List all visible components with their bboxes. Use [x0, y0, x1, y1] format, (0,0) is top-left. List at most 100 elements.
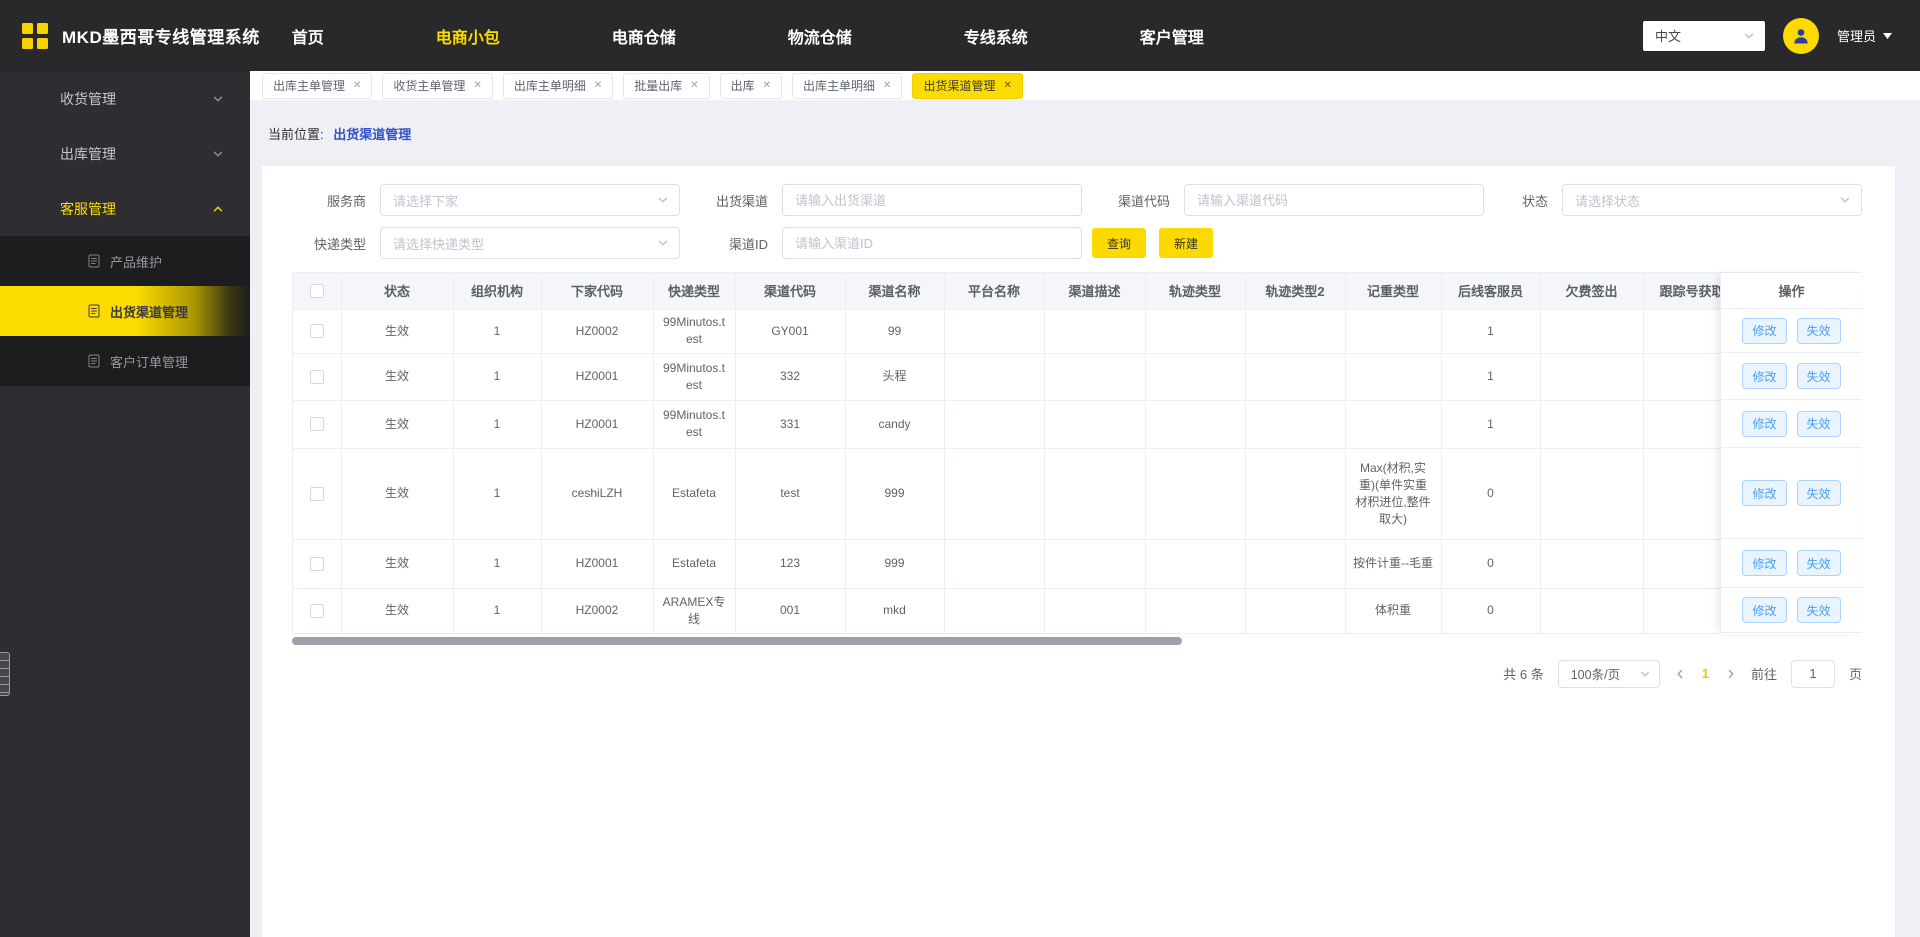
nav-item-电商小包[interactable]: 电商小包: [436, 24, 500, 48]
edit-button[interactable]: 修改: [1742, 410, 1787, 437]
column-header-欠费签出: 欠费签出: [1540, 273, 1644, 310]
next-page-button[interactable]: [1725, 668, 1737, 680]
invalidate-button[interactable]: 失效: [1796, 597, 1841, 623]
cell-后线客服员: 0: [1441, 448, 1541, 540]
table-scroll-area[interactable]: 状态 组织机构 下家代码 快递类型 渠道代码 渠道名称 平台名称 渠道描述 轨迹类型 轨迹类型2 记…: [292, 273, 1720, 634]
select-all-checkbox[interactable]: [309, 283, 324, 298]
nav-item-专线系统[interactable]: 专线系统: [964, 24, 1028, 48]
horizontal-scrollbar[interactable]: [292, 636, 1862, 645]
invalidate-button[interactable]: 失效: [1796, 317, 1841, 344]
cell-跟踪号获取: [1643, 400, 1720, 449]
cell-渠道描述: [1044, 400, 1146, 449]
search-button[interactable]: 查询: [1092, 228, 1147, 258]
row-checkbox[interactable]: [309, 417, 324, 431]
filter-field-服务商: 服务商 请选择下家: [292, 184, 680, 216]
goto-page-input[interactable]: [1790, 659, 1835, 688]
close-tab-icon[interactable]: ✕: [883, 80, 891, 91]
edit-button[interactable]: 修改: [1742, 597, 1787, 623]
sidebar-group-出库管理[interactable]: 出库管理: [0, 126, 250, 181]
document-icon: [88, 354, 100, 368]
cell-快递类型: 99Minutos.test: [653, 353, 736, 401]
row-checkbox[interactable]: [309, 486, 324, 501]
tab-批量出库[interactable]: 批量出库 ✕: [623, 72, 710, 99]
table-row: 生效 1 ceshiLZH Estafeta test 999 Max(材积,实重)(单件实…: [293, 448, 1720, 540]
row-checkbox[interactable]: [309, 324, 324, 338]
sidebar-item-客户订单管理[interactable]: 客户订单管理: [0, 336, 250, 386]
cell-渠道代码: GY001: [735, 309, 846, 354]
cell-轨迹类型: [1145, 353, 1246, 401]
cell-快递类型: ARAMEX专线: [653, 588, 736, 634]
tab-出库主单明细[interactable]: 出库主单明细 ✕: [792, 72, 903, 99]
nav-item-首页[interactable]: 首页: [292, 24, 324, 48]
main-nav: 首页 电商小包 电商仓储 物流仓储 专线系统 客户管理: [292, 24, 1204, 48]
language-select[interactable]: 中文: [1642, 20, 1765, 51]
breadcrumb-current-link[interactable]: 出货渠道管理: [333, 127, 411, 142]
invalidate-button[interactable]: 失效: [1796, 410, 1841, 437]
filter-label: 快递类型: [313, 236, 366, 252]
user-avatar[interactable]: [1782, 17, 1819, 54]
row-checkbox[interactable]: [309, 556, 324, 571]
select-placeholder: 请选择快递类型: [393, 236, 485, 252]
invalidate-button[interactable]: 失效: [1796, 550, 1841, 576]
invalidate-button[interactable]: 失效: [1796, 363, 1841, 389]
tab-出库[interactable]: 出库 ✕: [719, 72, 783, 99]
filter-select-服务商[interactable]: 请选择下家: [380, 184, 680, 216]
close-tab-icon[interactable]: ✕: [1003, 80, 1011, 91]
action-row: 修改 失效: [1721, 353, 1862, 400]
user-menu[interactable]: 管理员: [1837, 26, 1892, 45]
cell-渠道代码: 123: [735, 539, 846, 589]
edit-button[interactable]: 修改: [1742, 363, 1787, 389]
cell-下家代码: HZ0001: [541, 400, 654, 449]
create-button[interactable]: 新建: [1159, 228, 1214, 258]
invalidate-button[interactable]: 失效: [1796, 480, 1841, 506]
edit-button[interactable]: 修改: [1742, 480, 1787, 506]
action-row: 修改 失效: [1721, 309, 1862, 353]
cell-渠道描述: [1044, 588, 1146, 634]
close-tab-icon[interactable]: ✕: [690, 80, 698, 91]
cell-状态: 生效: [341, 309, 454, 354]
tab-出货渠道管理[interactable]: 出货渠道管理 ✕: [912, 72, 1023, 99]
page-size-select[interactable]: 100条/页: [1557, 659, 1660, 688]
current-page[interactable]: 1: [1700, 666, 1711, 681]
cell-状态: 生效: [341, 588, 454, 634]
nav-item-电商仓储[interactable]: 电商仓储: [612, 24, 676, 48]
left-edge-handle[interactable]: [0, 652, 10, 696]
column-header-轨迹类型: 轨迹类型: [1145, 273, 1246, 310]
tab-出库主单管理[interactable]: 出库主单管理 ✕: [262, 72, 373, 99]
filter-input-渠道ID[interactable]: [782, 227, 1082, 259]
cell-渠道代码: 331: [735, 400, 846, 449]
cell-后线客服员: 1: [1441, 353, 1541, 401]
tab-出库主单明细[interactable]: 出库主单明细 ✕: [502, 72, 614, 99]
close-tab-icon[interactable]: ✕: [594, 80, 602, 91]
edit-button[interactable]: 修改: [1742, 550, 1787, 576]
chevron-down-icon: [1839, 194, 1851, 206]
sidebar-group-收货管理[interactable]: 收货管理: [0, 71, 250, 126]
nav-item-客户管理[interactable]: 客户管理: [1140, 24, 1204, 48]
filter-input-出货渠道[interactable]: [782, 184, 1082, 216]
cell-下家代码: HZ0001: [541, 353, 654, 401]
close-tab-icon[interactable]: ✕: [353, 80, 361, 91]
prev-page-button[interactable]: [1674, 668, 1686, 680]
row-checkbox[interactable]: [309, 603, 324, 618]
edit-button[interactable]: 修改: [1742, 317, 1787, 344]
sidebar-item-产品维护[interactable]: 产品维护: [0, 236, 250, 286]
row-checkbox[interactable]: [309, 369, 324, 384]
cell-checkbox: [293, 448, 342, 540]
cell-渠道描述: [1044, 309, 1146, 354]
tab-收货主单管理[interactable]: 收货主单管理 ✕: [382, 72, 493, 99]
chevron-down-icon: [657, 194, 669, 206]
filter-select-状态[interactable]: 请选择状态: [1562, 184, 1862, 216]
sidebar-group-客服管理[interactable]: 客服管理: [0, 181, 250, 236]
filter-select-快递类型[interactable]: 请选择快递类型: [380, 227, 680, 259]
filter-field-出货渠道: 出货渠道: [690, 184, 1082, 216]
cell-渠道名称: 999: [845, 539, 945, 589]
sidebar-item-出货渠道管理[interactable]: 出货渠道管理: [0, 286, 250, 336]
cell-跟踪号获取: [1643, 353, 1720, 401]
filter-input-渠道代码[interactable]: [1184, 184, 1484, 216]
table-row: 生效 1 HZ0001 99Minutos.test 331 candy 1: [293, 400, 1720, 449]
close-tab-icon[interactable]: ✕: [473, 80, 481, 91]
horizontal-scrollbar-thumb[interactable]: [292, 636, 1182, 645]
nav-item-物流仓储[interactable]: 物流仓储: [788, 24, 852, 48]
close-tab-icon[interactable]: ✕: [763, 80, 771, 91]
cell-组织机构: 1: [453, 588, 542, 634]
